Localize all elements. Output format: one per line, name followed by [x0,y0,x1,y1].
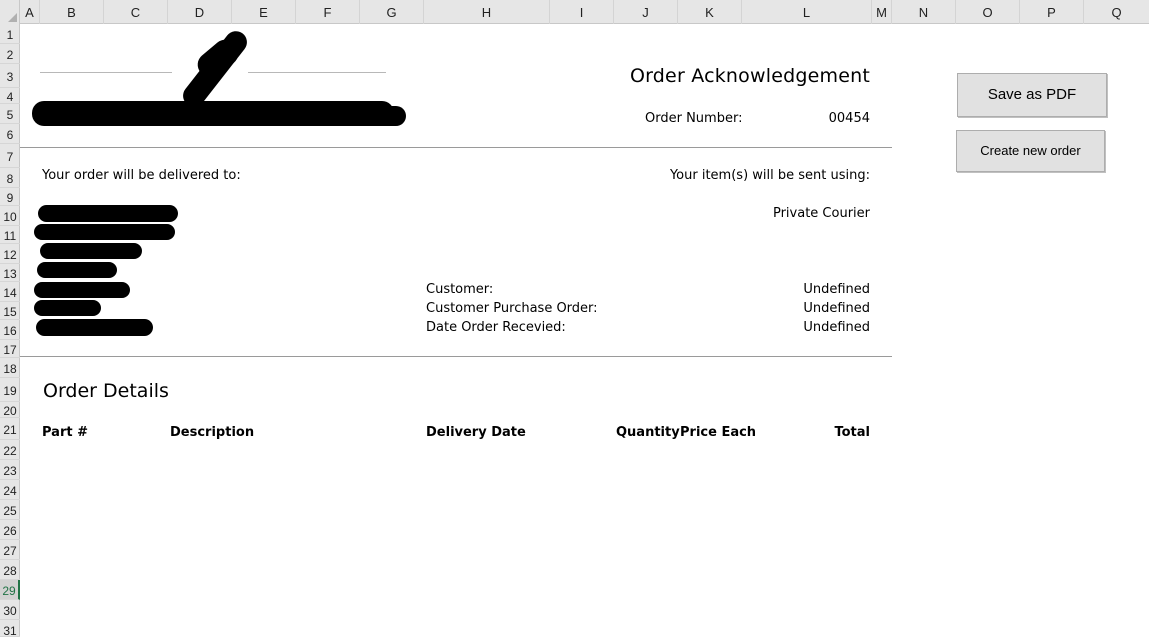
row-header-24[interactable]: 24 [0,480,20,500]
row-header-23[interactable]: 23 [0,460,20,480]
column-header-q[interactable]: Q [1084,0,1149,24]
row-header-13[interactable]: 13 [0,264,20,282]
document-title: Order Acknowledgement [629,65,870,87]
row-header-14[interactable]: 14 [0,282,20,302]
column-header-e[interactable]: E [232,0,296,24]
row-header-1[interactable]: 1 [0,24,20,44]
column-header-j[interactable]: J [614,0,678,24]
column-header-k[interactable]: K [678,0,742,24]
row-header-27[interactable]: 27 [0,540,20,560]
date-received-value: Undefined [803,320,870,335]
redaction-address-line-3 [40,243,142,259]
divider-top [20,147,892,148]
column-header-f[interactable]: F [296,0,360,24]
column-header-m[interactable]: M [872,0,892,24]
row-header-28[interactable]: 28 [0,560,20,580]
row-header-11[interactable]: 11 [0,226,20,244]
row-header-20[interactable]: 20 [0,402,20,418]
row-header-30[interactable]: 30 [0,600,20,620]
redaction-address-line-4 [37,262,117,278]
sent-using-label: Your item(s) will be sent using: [669,168,870,183]
divider-bottom [20,356,892,357]
row-header-bar: 1 2 3 4 5 6 7 8 9 10 11 12 13 14 15 16 1… [0,24,20,637]
column-header-d[interactable]: D [168,0,232,24]
header-delivery-date: Delivery Date [426,425,526,440]
customer-label: Customer: [426,282,494,297]
column-header-b[interactable]: B [40,0,104,24]
row-header-5[interactable]: 5 [0,104,20,124]
row-header-18[interactable]: 18 [0,358,20,378]
row-header-17[interactable]: 17 [0,340,20,358]
redaction-address-line-6 [34,300,101,316]
row-header-19[interactable]: 19 [0,378,20,402]
customer-po-value: Undefined [803,301,870,316]
header-description: Description [170,425,255,440]
column-header-c[interactable]: C [104,0,168,24]
header-quantity: Quantity [616,425,680,440]
logo-rule-left [40,72,172,73]
redaction-company-name-tail [188,106,406,126]
row-header-15[interactable]: 15 [0,302,20,320]
row-header-29-selected[interactable]: 29 [0,580,20,600]
row-header-7[interactable]: 7 [0,144,20,168]
column-header-h[interactable]: H [424,0,550,24]
order-number-label: Order Number: [645,111,743,126]
shipping-method: Private Courier [772,206,870,221]
column-header-o[interactable]: O [956,0,1020,24]
date-received-label: Date Order Recevied: [426,320,566,335]
row-header-9[interactable]: 9 [0,188,20,206]
row-header-2[interactable]: 2 [0,44,20,64]
header-total: Total [834,425,870,440]
redaction-address-line-2 [34,224,175,240]
customer-po-label: Customer Purchase Order: [426,301,598,316]
row-header-4[interactable]: 4 [0,88,20,104]
row-header-6[interactable]: 6 [0,124,20,144]
redaction-address-line-7 [36,319,153,336]
row-header-12[interactable]: 12 [0,244,20,264]
column-header-i[interactable]: I [550,0,614,24]
create-new-order-button[interactable]: Create new order [956,130,1105,172]
row-header-22[interactable]: 22 [0,440,20,460]
row-header-26[interactable]: 26 [0,520,20,540]
order-details-title: Order Details [43,380,169,402]
order-number-value: 00454 [828,111,870,126]
row-header-31[interactable]: 31 [0,620,20,637]
row-header-3[interactable]: 3 [0,64,20,88]
row-header-21[interactable]: 21 [0,418,20,440]
row-header-10[interactable]: 10 [0,206,20,226]
save-as-pdf-button[interactable]: Save as PDF [957,73,1107,117]
redaction-address-line-5 [34,282,130,298]
row-header-25[interactable]: 25 [0,500,20,520]
select-all-corner[interactable] [0,0,20,24]
customer-value: Undefined [803,282,870,297]
column-header-g[interactable]: G [360,0,424,24]
column-header-l[interactable]: L [742,0,872,24]
header-part-number: Part # [42,425,88,440]
row-header-16[interactable]: 16 [0,320,20,340]
row-header-8[interactable]: 8 [0,168,20,188]
column-header-a[interactable]: A [20,0,40,24]
redaction-address-line-1 [38,205,178,222]
column-header-bar: A B C D E F G H I J K L M N O P Q [0,0,1149,24]
column-header-n[interactable]: N [892,0,956,24]
delivered-to-label: Your order will be delivered to: [42,168,241,183]
column-header-p[interactable]: P [1020,0,1084,24]
header-price-each: Price Each [680,425,757,440]
logo-rule-right [248,72,386,73]
